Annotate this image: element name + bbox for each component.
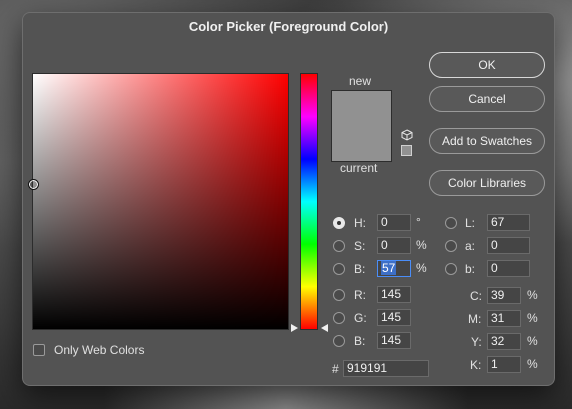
- blue-label: B:: [354, 334, 366, 348]
- color-field[interactable]: [28, 73, 289, 330]
- cyan-label: C:: [470, 289, 482, 303]
- add-to-swatches-button[interactable]: Add to Swatches: [429, 128, 545, 154]
- current-color-swatch[interactable]: [332, 126, 391, 161]
- green-input[interactable]: 145: [377, 309, 411, 326]
- radio-red[interactable]: [333, 289, 345, 301]
- current-label: current: [340, 161, 378, 175]
- web-safe-color-swatch-icon[interactable]: [401, 145, 412, 156]
- lab-l-label: L:: [465, 216, 476, 230]
- yellow-input[interactable]: 32: [487, 333, 521, 350]
- blue-input[interactable]: 145: [377, 332, 411, 349]
- hue-slider[interactable]: [300, 73, 318, 330]
- radio-hue[interactable]: [333, 217, 345, 229]
- yellow-label: Y:: [471, 335, 482, 349]
- color-libraries-button[interactable]: Color Libraries: [429, 170, 545, 196]
- color-picker-dialog: Color Picker (Foreground Color) new curr…: [22, 12, 555, 386]
- magenta-input[interactable]: 31: [487, 310, 521, 327]
- red-label: R:: [354, 288, 366, 302]
- dialog-title: Color Picker (Foreground Color): [188, 19, 389, 34]
- lab-l-input[interactable]: 67: [487, 214, 530, 231]
- brightness-label: B:: [354, 262, 366, 276]
- new-color-swatch: [332, 91, 391, 126]
- hue-input[interactable]: 0: [377, 214, 411, 231]
- hue-slider-left-arrow-icon[interactable]: [291, 324, 298, 332]
- radio-brightness[interactable]: [333, 263, 345, 275]
- hue-unit: °: [416, 215, 421, 229]
- brightness-input-value: 57: [381, 261, 397, 275]
- cyan-unit: %: [527, 288, 538, 302]
- brightness-input[interactable]: 57: [377, 260, 411, 277]
- radio-saturation[interactable]: [333, 240, 345, 252]
- hue-slider-right-arrow-icon[interactable]: [321, 324, 328, 332]
- ok-button[interactable]: OK: [429, 52, 545, 78]
- green-label: G:: [354, 311, 367, 325]
- saturation-label: S:: [354, 239, 366, 253]
- black-label: K:: [470, 358, 482, 372]
- saturation-unit: %: [416, 238, 427, 252]
- radio-green[interactable]: [333, 312, 345, 324]
- only-web-colors-checkbox[interactable]: [33, 344, 45, 356]
- magenta-unit: %: [527, 311, 538, 325]
- radio-blue[interactable]: [333, 335, 345, 347]
- radio-lab-l[interactable]: [445, 217, 457, 229]
- lab-a-label: a:: [465, 239, 476, 253]
- magenta-label: M:: [468, 312, 482, 326]
- black-input[interactable]: 1: [487, 356, 521, 373]
- yellow-unit: %: [527, 334, 538, 348]
- black-unit: %: [527, 357, 538, 371]
- out-of-web-gamut-cube-icon[interactable]: [401, 129, 413, 141]
- radio-lab-a[interactable]: [445, 240, 457, 252]
- cyan-input[interactable]: 39: [487, 287, 521, 304]
- only-web-colors-label: Only Web Colors: [54, 343, 145, 357]
- new-label: new: [349, 74, 372, 88]
- hex-input[interactable]: 919191: [343, 360, 429, 377]
- color-field-marker[interactable]: [28, 179, 39, 190]
- lab-a-input[interactable]: 0: [487, 237, 530, 254]
- radio-lab-b[interactable]: [445, 263, 457, 275]
- hex-label: #: [332, 362, 339, 376]
- saturation-input[interactable]: 0: [377, 237, 411, 254]
- brightness-unit: %: [416, 261, 427, 275]
- hue-label: H:: [354, 216, 366, 230]
- cancel-button[interactable]: Cancel: [429, 86, 545, 112]
- lab-b-input[interactable]: 0: [487, 260, 530, 277]
- lab-b-label: b:: [465, 262, 476, 276]
- red-input[interactable]: 145: [377, 286, 411, 303]
